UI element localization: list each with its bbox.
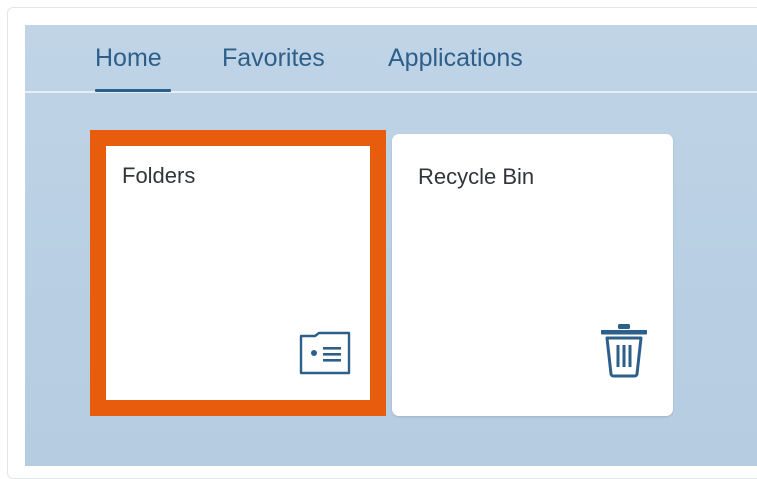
tab-bar: Home Favorites Applications bbox=[25, 25, 757, 93]
tile-title-recycle-bin: Recycle Bin bbox=[418, 164, 535, 189]
tile-recycle-bin[interactable]: Recycle Bin bbox=[392, 134, 673, 416]
trash-icon bbox=[601, 324, 647, 378]
tile-folders[interactable]: Folders bbox=[98, 138, 378, 408]
tab-applications[interactable]: Applications bbox=[388, 43, 523, 73]
selected-tab-indicator bbox=[95, 89, 171, 92]
folder-card-icon bbox=[299, 331, 351, 375]
tab-favorites[interactable]: Favorites bbox=[222, 43, 325, 73]
tab-home[interactable]: Home bbox=[95, 43, 162, 73]
tile-title-folders: Folders bbox=[122, 163, 196, 188]
